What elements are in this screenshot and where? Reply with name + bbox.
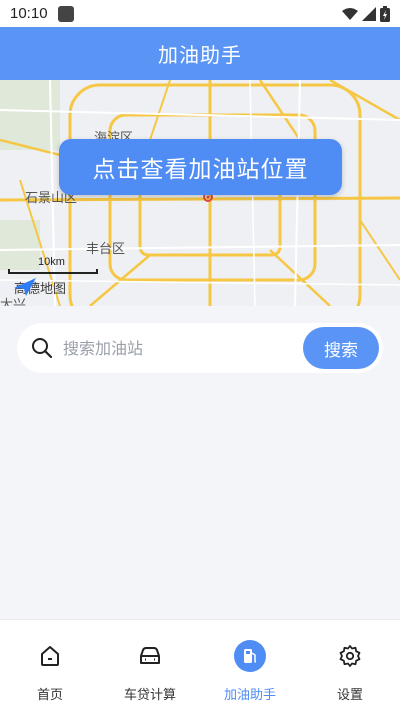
- wifi-icon: [342, 7, 358, 20]
- battery-icon: [380, 5, 390, 22]
- nav-label-fuel-assistant: 加油助手: [223, 688, 276, 703]
- fuel-pump-icon: [234, 640, 266, 672]
- nav-item-loan-calculator[interactable]: 车贷计算: [100, 620, 200, 711]
- nav-item-home[interactable]: 首页: [0, 620, 100, 711]
- bottom-nav: 首页 车贷计算 加油助手 设置: [0, 619, 400, 711]
- map-label-fengtai: 丰台区: [86, 242, 126, 257]
- nav-item-fuel-assistant[interactable]: 加油助手: [200, 620, 300, 711]
- map-scale-text: 10km: [38, 256, 65, 268]
- nav-item-settings[interactable]: 设置: [300, 620, 400, 711]
- view-stations-button[interactable]: 点击查看加油站位置: [59, 139, 342, 195]
- notification-icon: [57, 5, 74, 22]
- signal-icon: [362, 6, 376, 21]
- gear-icon: [334, 640, 366, 672]
- nav-label-settings: 设置: [336, 688, 363, 703]
- search-icon: [31, 337, 53, 359]
- home-icon: [34, 640, 66, 672]
- status-icons: [342, 5, 390, 22]
- page-title: 加油助手: [158, 43, 242, 67]
- search-bar: 搜索: [17, 323, 383, 373]
- map-scale-bar: [8, 269, 98, 274]
- nav-label-loan-calculator: 车贷计算: [123, 688, 176, 703]
- amap-logo: 高德地图: [14, 278, 66, 297]
- search-button[interactable]: 搜索: [303, 327, 379, 369]
- amap-logo-icon: [14, 278, 36, 296]
- nav-label-home: 首页: [36, 688, 63, 703]
- status-bar: 10:10: [0, 0, 400, 27]
- search-input[interactable]: [63, 338, 283, 358]
- status-time: 10:10: [10, 5, 48, 22]
- title-bar: 加油助手: [0, 27, 400, 80]
- car-icon: [134, 640, 166, 672]
- map-view[interactable]: 海淀区 石景山区 丰台区 大兴 10km 高德地图 点击查看加油站位置: [0, 80, 400, 306]
